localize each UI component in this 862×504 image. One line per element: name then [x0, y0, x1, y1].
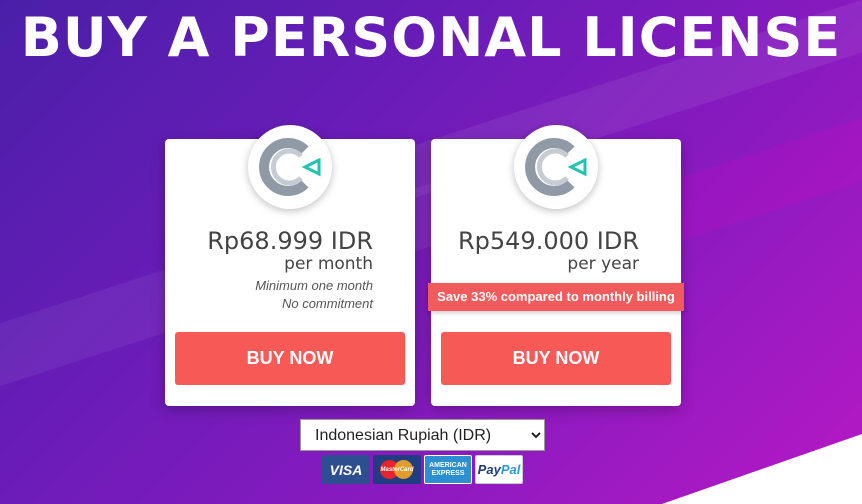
- plan-period: per year: [567, 254, 639, 274]
- savings-banner: Save 33% compared to monthly billing: [428, 283, 684, 311]
- amex-icon: AMERICAN EXPRESS: [424, 455, 472, 484]
- plan-note: Minimum one month: [255, 278, 373, 293]
- mastercard-icon: MasterCard: [373, 455, 421, 484]
- visa-icon: VISA: [322, 455, 370, 484]
- yearly-plan-card: Rp549.000 IDR per year Save 33% compared…: [428, 125, 684, 406]
- plan-note: No commitment: [281, 296, 373, 311]
- buy-monthly-button[interactable]: BUY NOW: [175, 332, 405, 385]
- amex-label-2: EXPRESS: [431, 469, 465, 477]
- amex-label-1: AMERICAN: [429, 461, 467, 469]
- mastercard-label: MasterCard: [380, 466, 414, 473]
- plan-price: Rp68.999 IDR: [207, 227, 373, 255]
- currency-select[interactable]: Indonesian Rupiah (IDR): [300, 419, 545, 451]
- plan-price: Rp549.000 IDR: [457, 227, 639, 255]
- page-title: BUY A PERSONAL LICENSE: [20, 6, 842, 69]
- buy-yearly-button[interactable]: BUY NOW: [441, 332, 671, 385]
- payment-methods: VISA MasterCard AMERICAN EXPRESS Pay Pal: [322, 455, 523, 484]
- monthly-plan-card: Rp68.999 IDR per month Minimum one month…: [165, 125, 415, 406]
- ccleaner-logo-icon: [514, 125, 598, 209]
- paypal-label-2: Pal: [500, 462, 521, 477]
- paypal-icon: Pay Pal: [475, 455, 523, 484]
- plan-period: per month: [284, 254, 373, 274]
- ccleaner-logo-icon: [248, 125, 332, 209]
- background-corner: [662, 434, 862, 504]
- paypal-label-1: Pay: [477, 462, 501, 477]
